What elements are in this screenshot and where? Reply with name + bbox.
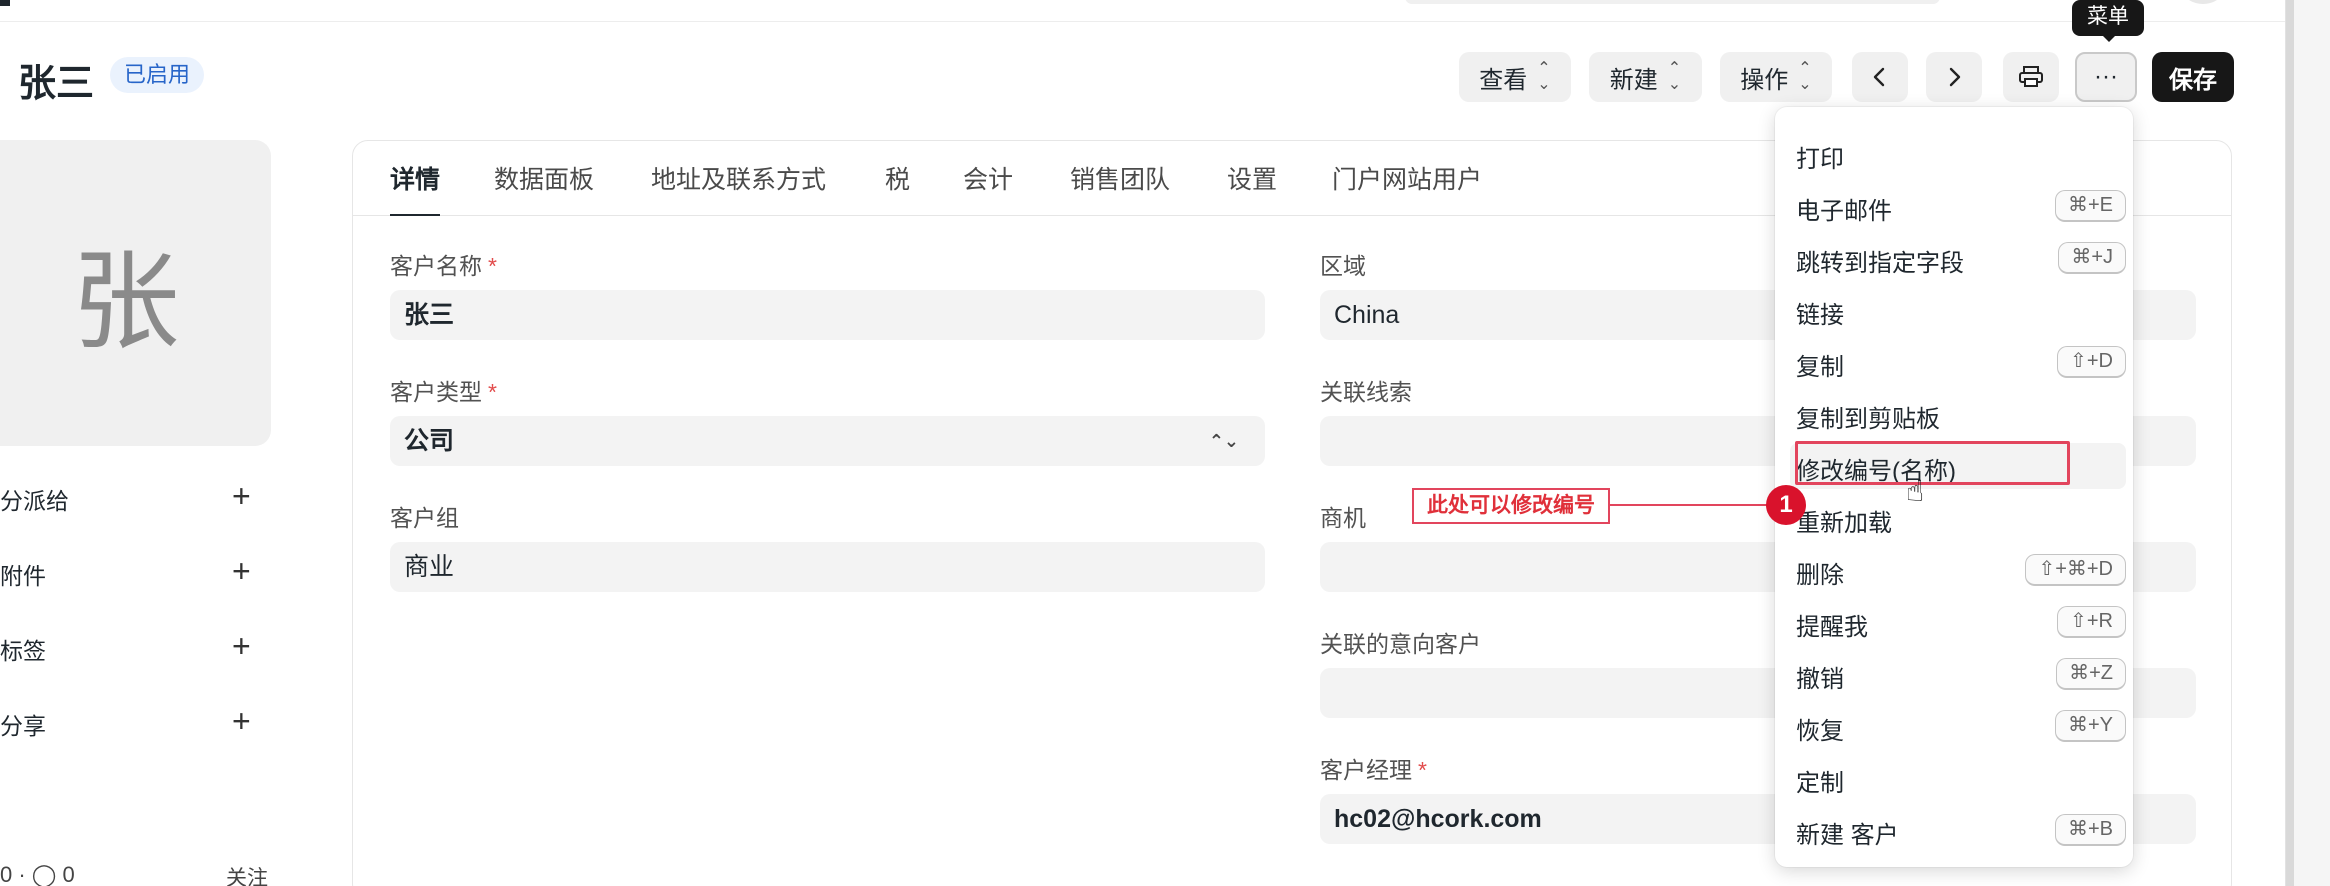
prospect-label: 关联的意向客户 — [1320, 631, 1481, 657]
annotation-number-badge: 1 — [1766, 485, 1806, 525]
menu-item-duplicate[interactable]: 复制 ⇧+D — [1796, 339, 2126, 385]
avatar: 张 — [0, 140, 271, 446]
tab-tax[interactable]: 税 — [885, 160, 910, 216]
menu-item-customize[interactable]: 定制 — [1796, 755, 2126, 801]
plus-icon[interactable]: + — [232, 701, 251, 741]
shortcut-badge: ⌘+Z — [2056, 658, 2126, 690]
updown-chevron-icon: ⌃ ⌄ — [1667, 60, 1682, 93]
tab-accounting[interactable]: 会计 — [963, 160, 1013, 216]
chevron-right-icon — [1949, 67, 1961, 87]
new-button-label: 新建 — [1609, 66, 1658, 94]
updown-chevron-icon: ⌃ ⌄ — [1537, 60, 1551, 93]
tab-address-contacts[interactable]: 地址及联系方式 — [651, 160, 826, 216]
page-title: 张三 — [18, 63, 95, 105]
sidebar-item-share[interactable]: 分享 + — [0, 701, 270, 741]
tab-sales-team[interactable]: 销售团队 — [1070, 160, 1170, 216]
lead-label: 关联线索 — [1320, 379, 1412, 405]
action-button-label: 操作 — [1740, 66, 1789, 94]
likes-comments-count: 0 · ◯ 0 — [0, 862, 75, 886]
plus-icon[interactable]: + — [232, 551, 251, 591]
menu-item-copy-to-clipboard[interactable]: 复制到剪贴板 — [1796, 391, 2126, 437]
logo-fragment — [0, 0, 10, 6]
customer-group-field[interactable]: 商业 — [390, 542, 1265, 592]
annotation-highlight-box — [1795, 441, 2070, 485]
previous-button[interactable] — [1852, 52, 1908, 102]
sidebar-item-assign[interactable]: 分派给 + — [0, 476, 270, 516]
tab-settings[interactable]: 设置 — [1227, 160, 1277, 216]
tab-dashboard[interactable]: 数据面板 — [494, 160, 594, 216]
required-marker: * — [1418, 757, 1427, 783]
shortcut-badge: ⌘+Y — [2054, 710, 2126, 742]
chevron-left-icon — [1873, 67, 1885, 87]
menu-item-remind-me[interactable]: 提醒我 ⇧+R — [1796, 599, 2126, 645]
menu-item-redo[interactable]: 恢复 ⌘+Y — [1796, 703, 2126, 749]
customer-name-field[interactable]: 张三 — [390, 290, 1265, 340]
follow-link[interactable]: 关注 — [226, 862, 268, 886]
customer-type-select[interactable]: 公司 ⌃⌄ — [390, 416, 1265, 466]
menu-item-links[interactable]: 链接 — [1796, 287, 2126, 333]
search-bar[interactable] — [1405, 0, 1940, 4]
action-button[interactable]: 操作 ⌃ ⌄ — [1720, 52, 1832, 102]
save-button[interactable]: 保存 — [2152, 52, 2234, 102]
sidebar-item-label: 分派给 — [0, 488, 69, 514]
top-navbar — [0, 0, 2285, 22]
menu-item-new-customer[interactable]: 新建 客户 ⌘+B — [1796, 807, 2126, 853]
new-button[interactable]: 新建 ⌃ ⌄ — [1589, 52, 1702, 102]
shortcut-badge: ⌘+B — [2054, 814, 2126, 846]
status-badge: 已启用 — [110, 57, 205, 93]
more-icon: ··· — [2094, 63, 2118, 90]
page-scrollbar[interactable] — [2285, 0, 2330, 886]
customer-group-label: 客户组 — [390, 505, 459, 531]
menu-item-reload[interactable]: 重新加载 — [1796, 495, 2126, 541]
shortcut-badge: ⌘+E — [2054, 190, 2126, 222]
customer-name-label: 客户名称 * — [390, 253, 497, 279]
plus-icon[interactable]: + — [232, 626, 251, 666]
sidebar-item-label: 分享 — [0, 713, 46, 739]
menu-item-jump-to-field[interactable]: 跳转到指定字段 ⌘+J — [1796, 235, 2126, 281]
shortcut-badge: ⇧+R — [2057, 606, 2126, 638]
annotation-connector — [1610, 504, 1770, 506]
shortcut-badge: ⇧+⌘+D — [2025, 554, 2126, 586]
updown-chevron-icon: ⌃ ⌄ — [1798, 60, 1812, 93]
sidebar-item-attachments[interactable]: 附件 + — [0, 551, 270, 591]
customer-type-label: 客户类型 * — [390, 379, 497, 405]
view-button-label: 查看 — [1479, 66, 1528, 94]
sidebar-item-label: 标签 — [0, 638, 46, 664]
annotation-callout: 此处可以修改编号 — [1412, 488, 1610, 524]
scrollbar-thumb[interactable] — [2286, 0, 2294, 886]
customer-type-value: 公司 — [404, 427, 455, 455]
next-button[interactable] — [1926, 52, 1982, 102]
more-menu-button[interactable]: ··· — [2075, 52, 2137, 102]
sidebar-item-label: 附件 — [0, 563, 46, 589]
printer-icon — [2019, 66, 2043, 87]
required-marker: * — [488, 253, 497, 279]
shortcut-badge: ⇧+D — [2057, 346, 2126, 378]
menu-item-email[interactable]: 电子邮件 ⌘+E — [1796, 183, 2126, 229]
tab-portal-users[interactable]: 门户网站用户 — [1332, 160, 1482, 216]
required-marker: * — [488, 379, 497, 405]
view-button[interactable]: 查看 ⌃ ⌄ — [1459, 52, 1571, 102]
shortcut-badge: ⌘+J — [2058, 242, 2126, 274]
opportunity-label: 商机 — [1320, 505, 1366, 531]
territory-label: 区域 — [1320, 253, 1366, 279]
sidebar-item-tags[interactable]: 标签 + — [0, 626, 270, 666]
select-arrow-icon: ⌃⌄ — [1208, 431, 1239, 451]
account-manager-label: 客户经理 * — [1320, 757, 1427, 783]
menu-tooltip: 菜单 — [2072, 0, 2144, 42]
user-avatar[interactable] — [2185, 0, 2221, 4]
menu-item-print[interactable]: 打印 — [1796, 131, 2126, 177]
menu-item-undo[interactable]: 撤销 ⌘+Z — [1796, 651, 2126, 697]
plus-icon[interactable]: + — [232, 476, 251, 516]
hand-cursor-icon: ☝ — [1906, 475, 1925, 508]
print-button[interactable] — [2003, 52, 2059, 102]
menu-item-delete[interactable]: 删除 ⇧+⌘+D — [1796, 547, 2126, 593]
tab-details[interactable]: 详情 — [390, 160, 441, 216]
